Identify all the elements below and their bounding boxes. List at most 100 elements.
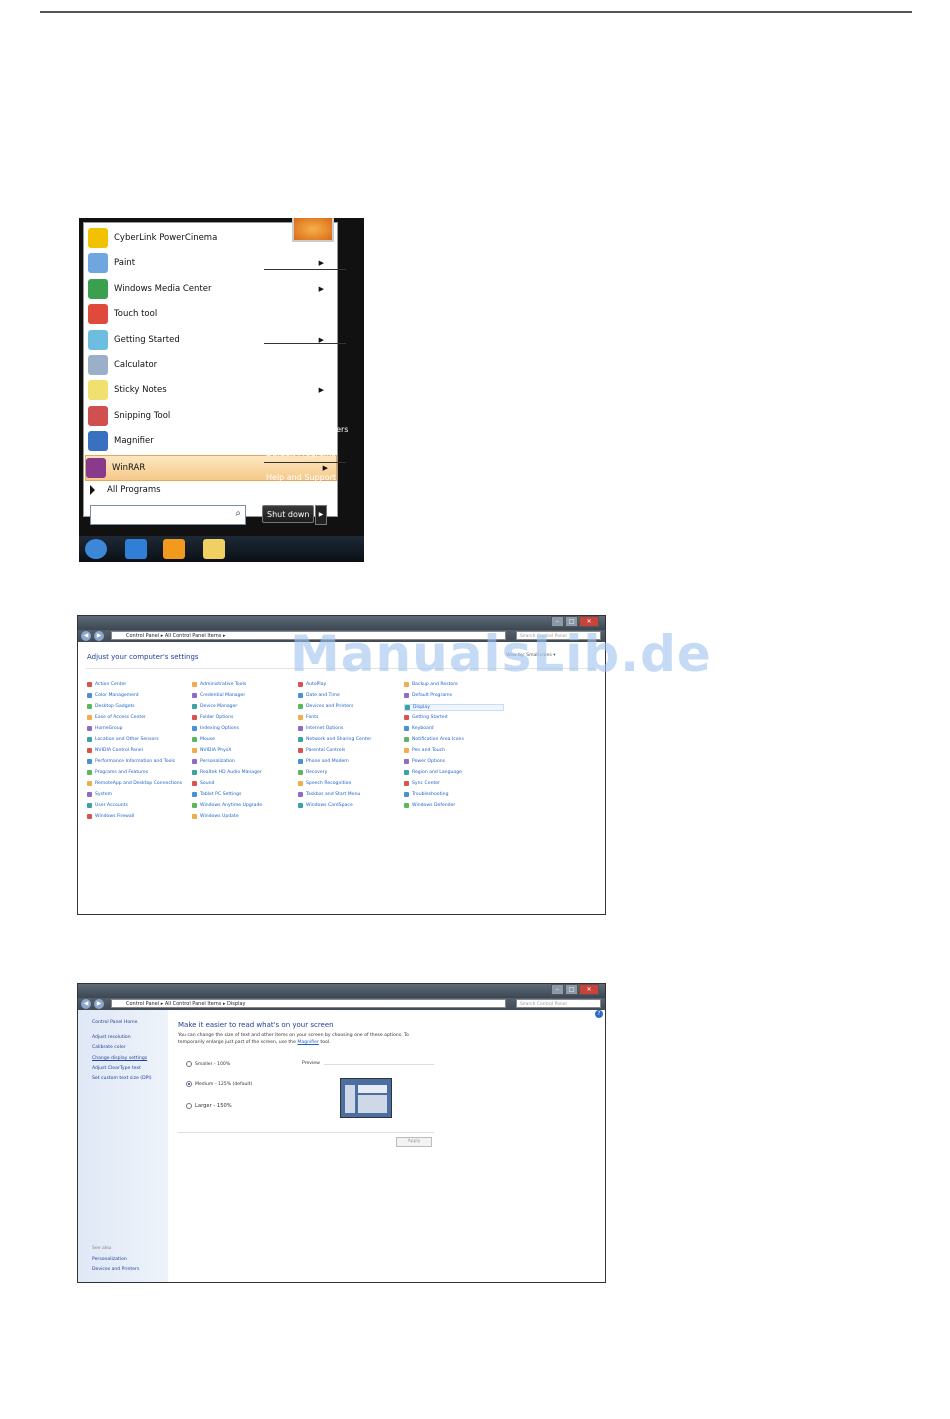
display-window: – □ ✕ ◀ ▶ Control Panel ▸ All Control Pa… xyxy=(77,983,606,1283)
control-panel-item[interactable]: Recovery xyxy=(298,770,327,775)
control-panel-item[interactable]: Folder Options xyxy=(192,715,233,720)
start-place-pictures[interactable]: Pictures xyxy=(266,303,298,312)
control-panel-item[interactable]: Windows Update xyxy=(192,814,239,819)
see-also-link[interactable]: Devices and Printers xyxy=(92,1267,139,1272)
control-panel-item[interactable]: Keyboard xyxy=(404,726,434,731)
minimize-button[interactable]: – xyxy=(551,984,564,995)
control-panel-item[interactable]: Sound xyxy=(192,781,214,786)
control-panel-item[interactable]: Internet Options xyxy=(298,726,343,731)
control-panel-item[interactable]: Default Programs xyxy=(404,693,452,698)
control-panel-item[interactable]: Date and Time xyxy=(298,693,340,698)
control-panel-item[interactable]: Power Options xyxy=(404,759,445,764)
item-label: Getting Started xyxy=(412,715,448,720)
control-panel-item[interactable]: HomeGroup xyxy=(87,726,123,731)
text-size-radio[interactable]: Medium - 125% (default) xyxy=(186,1081,252,1087)
control-panel-item[interactable]: Taskbar and Start Menu xyxy=(298,792,360,797)
side-link[interactable]: Adjust resolution xyxy=(92,1035,131,1040)
control-panel-item[interactable]: Region and Language xyxy=(404,770,462,775)
control-panel-item[interactable]: NVIDIA Control Panel xyxy=(87,748,143,753)
magnifier-link[interactable]: Magnifier xyxy=(297,1040,319,1045)
control-panel-item[interactable]: RemoteApp and Desktop Connections xyxy=(87,781,182,786)
title-bar[interactable]: – □ ✕ xyxy=(78,984,605,998)
radio-circle[interactable] xyxy=(186,1061,192,1067)
control-panel-item[interactable]: Fonts xyxy=(298,715,318,720)
control-panel-item[interactable]: Display xyxy=(404,704,504,711)
radio-circle[interactable] xyxy=(186,1103,192,1109)
control-panel-item[interactable]: Parental Controls xyxy=(298,748,345,753)
side-link[interactable]: Calibrate color xyxy=(92,1045,126,1050)
control-panel-item[interactable]: Programs and Features xyxy=(87,770,148,775)
control-panel-item[interactable]: Troubleshooting xyxy=(404,792,449,797)
control-panel-item[interactable]: Desktop Gadgets xyxy=(87,704,135,709)
side-link[interactable]: Control Panel Home xyxy=(92,1020,137,1025)
back-button[interactable]: ◀ xyxy=(81,631,91,641)
control-panel-item[interactable]: Windows Firewall xyxy=(87,814,134,819)
start-place-aoc[interactable]: aoc xyxy=(266,255,280,264)
start-place-documents[interactable]: Documents xyxy=(266,279,312,288)
control-panel-item[interactable]: NVIDIA PhysX xyxy=(192,748,231,753)
control-panel-item[interactable]: Tablet PC Settings xyxy=(192,792,241,797)
control-panel-item[interactable]: Mouse xyxy=(192,737,215,742)
control-panel-item[interactable]: User Accounts xyxy=(87,803,128,808)
media-player-icon[interactable] xyxy=(163,539,185,559)
forward-button[interactable]: ▶ xyxy=(94,999,104,1009)
close-button[interactable]: ✕ xyxy=(579,984,599,995)
control-panel-item[interactable]: Phone and Modem xyxy=(298,759,349,764)
side-link[interactable]: Set custom text size (DPI) xyxy=(92,1076,152,1081)
start-search-input[interactable]: ⌕ xyxy=(90,505,246,525)
start-place-help-and-support[interactable]: Help and Support xyxy=(266,473,336,482)
control-panel-item[interactable]: Pen and Touch xyxy=(404,748,445,753)
user-picture[interactable] xyxy=(292,218,334,242)
explorer-folder-icon[interactable] xyxy=(203,539,225,559)
program-item[interactable]: Paint ▶ xyxy=(88,251,332,275)
applet-icon xyxy=(298,770,303,775)
start-place-computer[interactable]: Computer xyxy=(266,376,306,385)
windows-orb-icon[interactable] xyxy=(85,539,107,559)
control-panel-item[interactable]: Speech Recognition xyxy=(298,781,351,786)
text-size-radio[interactable]: Smaller - 100% xyxy=(186,1061,230,1067)
internet-explorer-icon[interactable] xyxy=(125,539,147,559)
maximize-button[interactable]: □ xyxy=(565,984,578,995)
control-panel-item[interactable]: Device Manager xyxy=(192,704,237,709)
control-panel-item[interactable]: Personalization xyxy=(192,759,235,764)
start-place-devices-and-printers[interactable]: Devices and Printers xyxy=(266,425,348,434)
control-panel-item[interactable]: Ease of Access Center xyxy=(87,715,146,720)
control-panel-item[interactable]: System xyxy=(87,792,112,797)
control-panel-item[interactable]: Color Management xyxy=(87,693,139,698)
control-panel-item[interactable]: Credential Manager xyxy=(192,693,245,698)
program-item[interactable]: Getting Started ▶ xyxy=(88,328,332,352)
help-icon[interactable]: ? xyxy=(595,1010,603,1018)
radio-circle[interactable] xyxy=(186,1081,192,1087)
program-item[interactable]: Calculator xyxy=(88,353,332,377)
control-panel-item[interactable]: Windows Anytime Upgrade xyxy=(192,803,262,808)
all-programs-button[interactable]: All Programs xyxy=(90,485,161,495)
control-panel-item[interactable]: Network and Sharing Center xyxy=(298,737,371,742)
start-place-games[interactable]: Games xyxy=(266,352,294,361)
side-link[interactable]: Change display settings xyxy=(92,1056,147,1061)
start-place-control-panel[interactable]: Control Panel xyxy=(266,401,319,410)
control-panel-item[interactable]: Windows CardSpace xyxy=(298,803,353,808)
search-input[interactable]: Search Control Panel xyxy=(516,999,601,1008)
control-panel-item[interactable]: Location and Other Sensors xyxy=(87,737,159,742)
shutdown-button[interactable]: Shut down xyxy=(262,505,314,523)
control-panel-item[interactable]: Indexing Options xyxy=(192,726,239,731)
start-place-music[interactable]: Music xyxy=(266,327,289,336)
control-panel-item[interactable]: Performance Information and Tools xyxy=(87,759,175,764)
apply-button[interactable]: Apply xyxy=(396,1137,432,1147)
control-panel-item[interactable]: Action Center xyxy=(87,682,126,687)
control-panel-item[interactable]: Notification Area Icons xyxy=(404,737,464,742)
see-also-link[interactable]: Personalization xyxy=(92,1257,127,1262)
text-size-radio[interactable]: Larger - 150% xyxy=(186,1103,232,1109)
control-panel-item[interactable]: Getting Started xyxy=(404,715,448,720)
back-button[interactable]: ◀ xyxy=(81,999,91,1009)
control-panel-item[interactable]: Realtek HD Audio Manager xyxy=(192,770,262,775)
control-panel-item[interactable]: Windows Defender xyxy=(404,803,455,808)
start-place-default-programs[interactable]: Default Programs xyxy=(266,449,336,458)
control-panel-item[interactable]: Sync Center xyxy=(404,781,440,786)
breadcrumb[interactable]: Control Panel ▸ All Control Panel Items … xyxy=(111,999,506,1008)
shutdown-options-button[interactable]: ▶ xyxy=(315,505,327,525)
control-panel-item[interactable]: Devices and Printers xyxy=(298,704,353,709)
side-link[interactable]: Adjust ClearType text xyxy=(92,1066,141,1071)
control-panel-item[interactable]: Administrative Tools xyxy=(192,682,246,687)
forward-button[interactable]: ▶ xyxy=(94,631,104,641)
